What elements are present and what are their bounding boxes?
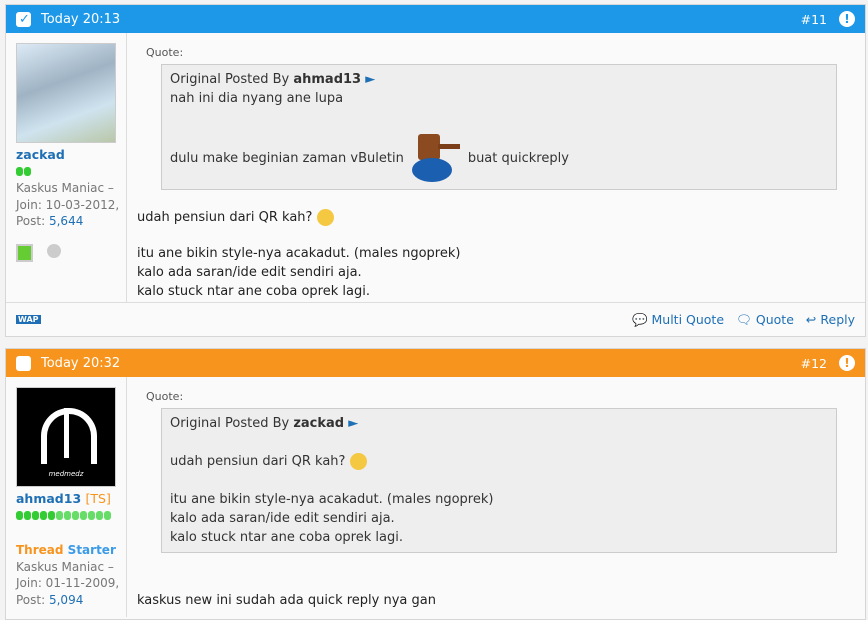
- wap-icon: WAP: [16, 315, 41, 324]
- post-time: Today 20:13: [41, 11, 121, 27]
- username[interactable]: zackad: [16, 147, 126, 164]
- post-count[interactable]: 5,644: [49, 214, 83, 228]
- reply-label: Reply: [820, 311, 855, 327]
- thread-starter-badge: Thread Starter: [16, 542, 126, 559]
- starter-word: Starter: [67, 543, 116, 557]
- user-info: medmedz ahmad13 [TS] Thread Starter Kask…: [6, 377, 127, 617]
- post-header: ✓ Today 20:13 #11 !: [6, 5, 865, 33]
- reply-arrow-icon: ↩: [805, 311, 817, 327]
- quote-line: kalo ada saran/ide edit sendiri aja.: [170, 511, 395, 526]
- post-number[interactable]: #12: [801, 356, 827, 371]
- reputation-dots: [16, 508, 126, 525]
- quote-line: dulu make beginian zaman vBuletin: [170, 150, 404, 166]
- quote-box: Original Posted By zackad ► udah pensiun…: [161, 408, 837, 553]
- reputation-dots: [16, 164, 126, 181]
- post-text: kaskus new ini sudah ada quick reply nya…: [137, 593, 436, 608]
- avatar-logo: [41, 408, 97, 464]
- post-count[interactable]: 5,094: [49, 593, 83, 607]
- checkbox-checked-icon[interactable]: ✓: [16, 11, 31, 27]
- avatar[interactable]: medmedz: [16, 387, 116, 487]
- quote-prefix: Original Posted By: [170, 72, 290, 87]
- hammer-emoticon-icon: [410, 132, 462, 184]
- shocked-emoticon-icon: [316, 209, 334, 226]
- user-rank: Kaskus Maniac –: [16, 181, 114, 195]
- view-post-icon[interactable]: ►: [365, 72, 375, 87]
- user-info: zackad Kaskus Maniac – Join: 10-03-2012,…: [6, 33, 127, 302]
- quote-line: udah pensiun dari QR kah?: [170, 454, 346, 469]
- quote-author: zackad: [293, 416, 345, 431]
- username[interactable]: ahmad13: [16, 491, 81, 506]
- quote-line: buat quickreply: [467, 150, 569, 166]
- report-icon[interactable]: !: [839, 355, 855, 371]
- avatar-text: medmedz: [48, 470, 84, 478]
- quote-label: Quote:: [146, 390, 184, 403]
- quote-prefix: Original Posted By: [170, 416, 290, 431]
- post-content: Quote: Original Posted By ahmad13 ► nah …: [127, 33, 865, 302]
- multi-quote-icon: 💬: [631, 311, 648, 327]
- post-label: Post:: [16, 592, 46, 607]
- post-11: ✓ Today 20:13 #11 ! zackad Kaskus Maniac…: [5, 4, 866, 337]
- post-count-row: Post: 5,644: [16, 213, 126, 230]
- multi-quote-button[interactable]: 💬 Multi Quote: [632, 312, 724, 328]
- post-header: Today 20:32 #12 !: [6, 349, 865, 377]
- quote-line: kalo stuck ntar ane coba oprek lagi.: [170, 530, 403, 545]
- post-12: Today 20:32 #12 ! medmedz ahmad13 [TS] T…: [5, 348, 866, 620]
- avatar[interactable]: [16, 43, 116, 143]
- quote-line: nah ini dia nyang ane lupa: [170, 91, 344, 106]
- thread-word: Thread: [16, 543, 64, 557]
- quote-button[interactable]: 🗨 Quote: [736, 312, 794, 328]
- post-text: itu ane bikin style-nya acakadut. (males…: [137, 246, 461, 261]
- post-content: Quote: Original Posted By zackad ► udah …: [127, 377, 865, 617]
- post-text: kalo ada saran/ide edit sendiri aja.: [137, 265, 362, 280]
- quote-label: Quote:: [146, 46, 184, 59]
- speech-bubble-icon: 🗨: [736, 311, 752, 327]
- quote-author: ahmad13: [293, 72, 362, 87]
- mug-icon: [16, 243, 33, 262]
- post-text: kalo stuck ntar ane coba oprek lagi.: [137, 284, 370, 299]
- post-number[interactable]: #11: [801, 12, 827, 27]
- offline-icon: [47, 243, 61, 258]
- join-date: Join: 01-11-2009,: [16, 576, 120, 590]
- shocked-emoticon-icon: [349, 453, 367, 470]
- multi-quote-label: Multi Quote: [651, 311, 725, 327]
- checkbox-icon[interactable]: [16, 355, 31, 371]
- post-time: Today 20:32: [41, 355, 121, 371]
- post-count-row: Post: 5,094: [16, 592, 126, 609]
- post-footer: WAP 💬 Multi Quote 🗨 Quote ↩ Reply: [6, 302, 865, 336]
- quote-box: Original Posted By ahmad13 ► nah ini dia…: [161, 64, 837, 190]
- quote-line: itu ane bikin style-nya acakadut. (males…: [170, 492, 494, 507]
- post-text: udah pensiun dari QR kah?: [137, 210, 313, 225]
- join-date: Join: 10-03-2012,: [16, 197, 120, 212]
- post-label: Post:: [16, 214, 46, 228]
- view-post-icon[interactable]: ►: [348, 416, 358, 431]
- report-icon[interactable]: !: [839, 11, 855, 27]
- reply-button[interactable]: ↩ Reply: [806, 312, 855, 328]
- quote-button-label: Quote: [755, 311, 794, 327]
- ts-badge: [TS]: [85, 491, 111, 506]
- user-rank: Kaskus Maniac –: [16, 559, 114, 574]
